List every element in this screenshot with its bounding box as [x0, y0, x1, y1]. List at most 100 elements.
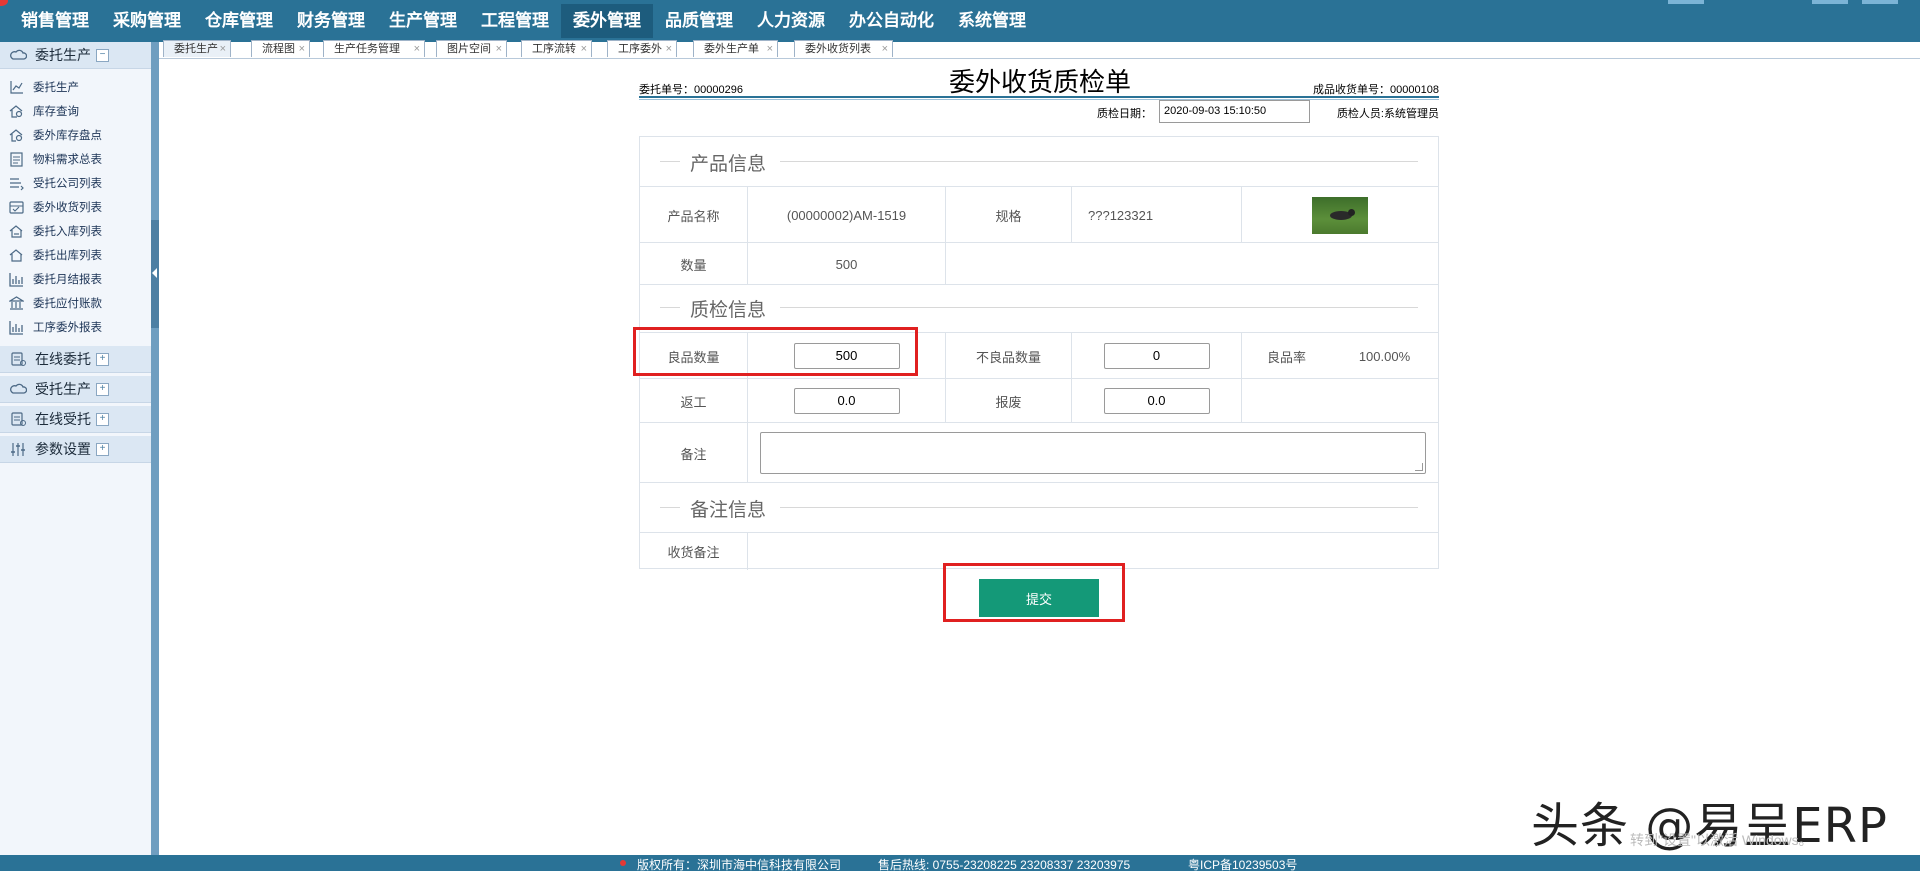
sidebar-group-online-entrust[interactable]: 在线委托 +: [0, 346, 151, 373]
rework-input[interactable]: 0.0: [793, 388, 900, 414]
menu-sales[interactable]: 销售管理: [9, 4, 101, 38]
sidebar-group-accept-production[interactable]: 受托生产 +: [0, 376, 151, 403]
expand-toggle[interactable]: +: [96, 442, 109, 456]
sidebar-item-accounts-payable[interactable]: 委托应付账款: [0, 291, 151, 315]
cloud-icon: [10, 49, 27, 60]
sidebar-item-inventory-query[interactable]: 库存查询: [0, 99, 151, 123]
field-label: 良品率: [1241, 333, 1331, 379]
sidebar-item-label: 工序委外报表: [33, 322, 102, 334]
menu-purchase[interactable]: 采购管理: [101, 4, 193, 38]
collapse-toggle[interactable]: −: [96, 48, 109, 62]
section-title: 备注信息: [690, 500, 767, 521]
qc-person: 质检人员:系统管理员: [1336, 108, 1439, 120]
menu-engineering[interactable]: 工程管理: [469, 4, 561, 38]
sidebar-group-entrust-production[interactable]: 委托生产 −: [0, 42, 151, 69]
tab-process-flow[interactable]: 工序流转 ×: [521, 40, 592, 57]
sidebar-item-outbound-list[interactable]: 委托出库列表: [0, 243, 151, 267]
tab-image-space[interactable]: 图片空间 ×: [436, 40, 507, 57]
tab-production-task[interactable]: 生产任务管理 ×: [323, 40, 425, 57]
menu-office-automation[interactable]: 办公自动化: [837, 4, 946, 38]
tab-outsource-receipt-list[interactable]: 委外收货列表 ×: [794, 40, 893, 57]
footer-icp[interactable]: 粤ICP备10239503号: [1188, 856, 1297, 873]
bank-icon: [9, 295, 24, 310]
receipt-icon: [9, 200, 24, 214]
divider: [780, 161, 1418, 162]
divider: [660, 307, 680, 308]
expand-toggle[interactable]: +: [96, 382, 109, 396]
bad-qty-input[interactable]: 0: [1103, 343, 1210, 369]
section-product-header: 产品信息: [640, 137, 1438, 187]
sidebar-item-material-demand[interactable]: 物料需求总表: [0, 147, 151, 171]
sidebar-item-label: 委托应付账款: [33, 298, 102, 310]
sidebar-item-inbound-list[interactable]: 委托入库列表: [0, 219, 151, 243]
online-list-icon: [11, 351, 26, 366]
sidebar-group-label: 受托生产: [35, 381, 91, 397]
menu-system[interactable]: 系统管理: [946, 4, 1038, 38]
sidebar-group-online-accept[interactable]: 在线受托 +: [0, 406, 151, 433]
menu-quality[interactable]: 品质管理: [653, 4, 745, 38]
sidebar-item-label: 委托生产: [33, 82, 79, 94]
field-label: 收货备注: [667, 545, 720, 560]
receipt-number: 成品收货单号：00000108: [1313, 84, 1439, 96]
tab-close-icon[interactable]: ×: [299, 41, 305, 58]
product-row: 产品名称 (00000002)AM-1519 规格 ???123321: [640, 186, 1438, 243]
chart-edit-icon: [10, 80, 23, 94]
expand-toggle[interactable]: +: [96, 352, 109, 366]
qc-date-label: 质检日期：: [1097, 108, 1152, 120]
tab-close-icon[interactable]: ×: [581, 41, 587, 58]
tab-bar: 委托生产 × 流程图 × 生产任务管理 × 图片空间 × 工序流转 × 工序委外 × 委外生…: [159, 40, 1920, 59]
tab-close-icon[interactable]: ×: [882, 41, 888, 58]
tab-entrust-production[interactable]: 委托生产 ×: [163, 40, 231, 57]
product-image-cell: [1241, 187, 1438, 243]
top-right-button[interactable]: [1668, 0, 1704, 4]
tab-label: 工序委外: [618, 43, 662, 55]
house-in-icon: [9, 224, 23, 238]
field-label: 返工: [680, 394, 707, 410]
field-label: 产品名称: [667, 208, 720, 224]
sidebar-item-outsource-stocktake[interactable]: 委外库存盘点: [0, 123, 151, 147]
menu-production[interactable]: 生产管理: [377, 4, 469, 38]
sidebar-item-label: 委外库存盘点: [33, 130, 102, 142]
menu-warehouse[interactable]: 仓库管理: [193, 4, 285, 38]
sidebar-item-process-outsource-report[interactable]: 工序委外报表: [0, 315, 151, 339]
remark-textarea[interactable]: [760, 432, 1426, 474]
product-spec: ???123321: [1071, 187, 1241, 243]
sidebar-item-monthly-report[interactable]: 委托月结报表: [0, 267, 151, 291]
company-list-icon: [10, 177, 24, 190]
menu-outsourcing[interactable]: 委外管理: [561, 4, 653, 38]
tab-close-icon[interactable]: ×: [767, 41, 773, 58]
menu-hr[interactable]: 人力资源: [745, 4, 837, 38]
qc-date-field[interactable]: 2020-09-03 15:10:50: [1159, 100, 1310, 123]
product-quantity: 500: [747, 243, 945, 285]
tab-flowchart[interactable]: 流程图 ×: [251, 40, 310, 57]
rework-cell: 0.0: [747, 379, 945, 423]
sidebar-item-outsource-receipt-list[interactable]: 委外收货列表: [0, 195, 151, 219]
cloud-icon: [10, 383, 27, 394]
house-check-icon: [9, 128, 23, 142]
sidebar-group-label: 委托生产: [35, 47, 91, 63]
top-right-button[interactable]: [1862, 0, 1898, 4]
tab-outsource-order[interactable]: 委外生产单 ×: [693, 40, 778, 57]
online-list-icon: [11, 411, 26, 426]
scrap-input[interactable]: 0.0: [1103, 388, 1210, 414]
product-image[interactable]: [1312, 196, 1368, 234]
collapse-sidebar-handle[interactable]: [151, 220, 159, 328]
tab-close-icon[interactable]: ×: [220, 41, 226, 58]
sidebar-item-contractor-list[interactable]: 受托公司列表: [0, 171, 151, 195]
tab-close-icon[interactable]: ×: [666, 41, 672, 58]
sidebar-item-label: 物料需求总表: [33, 154, 102, 166]
submit-button[interactable]: 提交: [979, 579, 1099, 617]
sidebar-item-entrust-production[interactable]: 委托生产: [0, 75, 151, 99]
footer-hotline: 售后热线: 0755-23208225 23208337 23203975: [878, 858, 1131, 872]
tab-process-outsource[interactable]: 工序委外 ×: [607, 40, 677, 57]
tab-close-icon[interactable]: ×: [414, 41, 420, 58]
sidebar-splitter[interactable]: [151, 42, 159, 855]
tab-close-icon[interactable]: ×: [496, 41, 502, 58]
top-right-button[interactable]: [1812, 0, 1848, 4]
house-search-icon: [9, 104, 23, 118]
tab-label: 委外收货列表: [805, 43, 871, 55]
sidebar-group-parameter-settings[interactable]: 参数设置 +: [0, 436, 151, 463]
expand-toggle[interactable]: +: [96, 412, 109, 426]
menu-finance[interactable]: 财务管理: [285, 4, 377, 38]
tab-label: 图片空间: [447, 43, 491, 55]
